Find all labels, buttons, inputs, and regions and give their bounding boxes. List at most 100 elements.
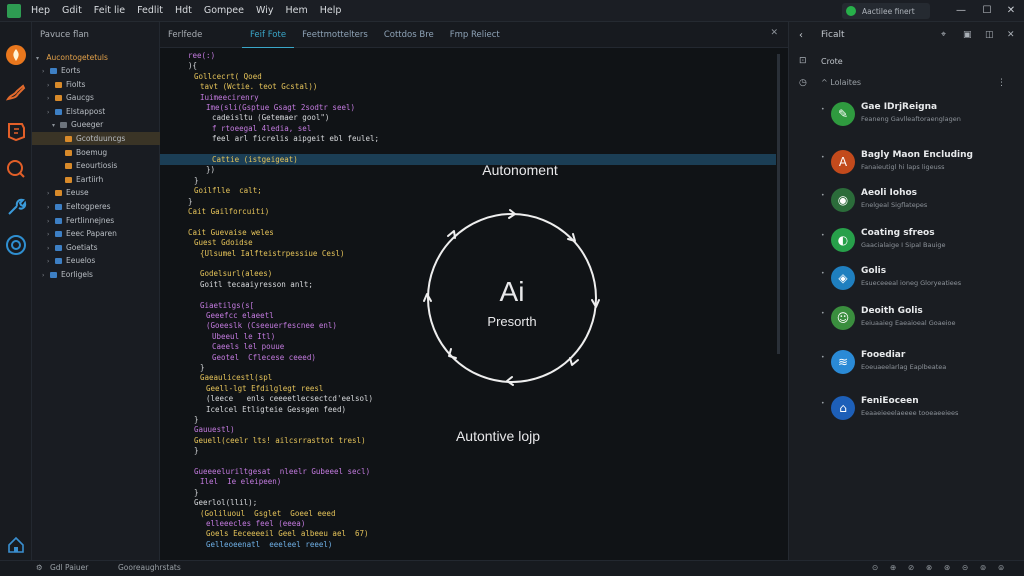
folder-icon <box>55 81 62 88</box>
badge-icon[interactable] <box>5 120 27 142</box>
menu-item[interactable]: Help <box>320 5 342 16</box>
tree-item[interactable]: › Goetiats <box>32 241 160 254</box>
folder-icon <box>65 163 72 170</box>
tree-item-label: Gueeger <box>71 120 104 130</box>
menu-item[interactable]: Gdit <box>62 5 82 16</box>
tree-item-label: Boemug <box>76 147 108 157</box>
menu-item[interactable]: Hem <box>285 5 307 16</box>
right-list-item[interactable]: ⌂ FeniEoceen Eeaaeieeelaeeee tooeaeeiees <box>819 394 1009 428</box>
right-list-item[interactable]: ☺ Deoith Golis Eeiuaaieg Eaeaioeal Goaeioe <box>819 304 1009 338</box>
code-line: Icelcel Etligteie Gessgen feed) <box>206 404 346 414</box>
flame-icon[interactable] <box>5 44 27 66</box>
tree-item[interactable]: › Eeltogperes <box>32 200 160 213</box>
menu-item[interactable]: Fedlit <box>137 5 163 16</box>
tree-root[interactable]: ▾ Aucontogetetuls <box>32 51 160 64</box>
split-icon[interactable]: ◫ <box>985 30 994 40</box>
menu-item[interactable]: Hep <box>31 5 50 16</box>
tree-item[interactable]: Boemug <box>32 146 160 159</box>
item-subtitle: Eeaaeieeelaeeee tooeaeeiees <box>861 409 959 417</box>
folder-icon <box>55 258 62 265</box>
wrench-icon[interactable] <box>5 196 27 218</box>
status-action-icon[interactable]: ⊙ <box>872 563 878 572</box>
status-action-icon[interactable]: ⊛ <box>944 563 950 572</box>
right-list-item[interactable]: ◐ Coating sfreos Gaacialaige I Sipal Bauig… <box>819 226 1009 260</box>
tab[interactable]: Ferlfede <box>160 22 242 48</box>
folder-icon <box>55 244 62 251</box>
pin-icon[interactable]: ⌖ <box>941 30 946 40</box>
menu-item[interactable]: Gompee <box>204 5 244 16</box>
status-action-icon[interactable]: ⊚ <box>980 563 986 572</box>
tree-item[interactable]: Eeourtiosis <box>32 159 160 172</box>
status-action-icon[interactable]: ⊕ <box>890 563 896 572</box>
tree-item[interactable]: › Eeuse <box>32 186 160 199</box>
target-icon[interactable] <box>5 234 27 256</box>
status-action-icon[interactable]: ⊜ <box>998 563 1004 572</box>
folder-icon <box>55 95 62 102</box>
status-action-icon[interactable]: ⊘ <box>908 563 914 572</box>
tree-item[interactable]: › Eorts <box>32 64 160 77</box>
tab[interactable]: Cottdos Bre <box>376 22 442 48</box>
folder-icon <box>50 68 57 74</box>
menu-item[interactable]: Feit lie <box>94 5 125 16</box>
right-list-item[interactable]: ◉ Aeoli Iohos Enelgeal Sigflatepes <box>819 186 1009 220</box>
account-button[interactable]: Aactilee finert <box>842 3 930 19</box>
editor-scrollbar[interactable] <box>777 54 780 354</box>
tree-item[interactable]: › Fiolts <box>32 78 160 91</box>
copy-icon[interactable]: ▣ <box>963 30 972 40</box>
tree-item[interactable]: › Eeec Paparen <box>32 227 160 240</box>
right-list-item[interactable]: ✎ Gae IDrjReigna Feaneng Gavlleaftoraengla… <box>819 100 1009 134</box>
history-icon[interactable]: ◷ <box>799 78 807 88</box>
tab[interactable]: Feettmottelters <box>294 22 376 48</box>
tree-item[interactable]: Gcotduuncgs <box>32 132 160 145</box>
home-icon[interactable] <box>5 534 27 556</box>
folder-icon <box>55 204 62 210</box>
right-list-item[interactable]: ≋ Fooediar Eoeuaeelarlag Eaplbeatea <box>819 348 1009 382</box>
item-subtitle: Eoeuaeelarlag Eaplbeatea <box>861 363 947 371</box>
chevron-right-icon: › <box>42 272 45 279</box>
item-avatar-icon: ◉ <box>831 188 855 212</box>
close-icon[interactable]: ✕ <box>770 28 778 38</box>
item-title: Golis <box>861 266 887 276</box>
status-left[interactable]: Gdl Paiuer <box>50 563 88 572</box>
status-branch[interactable]: Gooreaughrstats <box>118 563 181 572</box>
lock-icon[interactable]: ⊡ <box>799 56 807 66</box>
tree-item[interactable]: › Eorligels <box>32 268 160 281</box>
tree-item[interactable]: › Elstappost <box>32 105 160 118</box>
tree-item[interactable]: › Fertlinnejnes <box>32 214 160 227</box>
tree-item[interactable]: › Gaucgs <box>32 91 160 104</box>
close-panel-icon[interactable]: ✕ <box>1007 30 1015 40</box>
gear-icon[interactable]: ⚙ <box>36 563 43 572</box>
tree-item[interactable]: Eartiirh <box>32 173 160 186</box>
status-action-icon[interactable]: ⊗ <box>926 563 932 572</box>
right-panel-title: Ficalt <box>821 30 845 40</box>
search-icon[interactable] <box>5 158 27 180</box>
code-line: Cait Gailforcuiti) <box>188 207 270 216</box>
group-label[interactable]: ^ Lolaites <box>821 78 861 87</box>
maximize-button[interactable]: ☐ <box>980 4 994 18</box>
chevron-down-icon: ▾ <box>52 122 56 130</box>
item-subtitle: Enelgeal Sigflatepes <box>861 201 928 209</box>
item-avatar-icon: ◈ <box>831 266 855 290</box>
minimize-button[interactable]: — <box>954 4 968 18</box>
tab-active[interactable]: Feif Fote <box>242 22 295 48</box>
close-button[interactable]: ✕ <box>1004 4 1018 18</box>
tree-item-label: Elstappost <box>66 106 106 116</box>
folder-icon <box>65 149 72 156</box>
right-list-item[interactable]: A Bagly Maon Encluding Fanaieutigl hi laps… <box>819 148 1009 182</box>
tree-item[interactable]: ▾ Gueeger <box>32 118 160 131</box>
tab[interactable]: Fmp Reliect <box>442 22 508 48</box>
tree-root-label: Aucontogetetuls <box>46 53 108 62</box>
menu-item[interactable]: Wiy <box>256 5 273 16</box>
tree-item-label: Eorts <box>61 66 81 75</box>
item-avatar-icon: ✎ <box>831 102 855 126</box>
status-action-icon[interactable]: ⊝ <box>962 563 968 572</box>
diagram-center-title: Ai <box>499 276 525 307</box>
item-subtitle: Gaacialaige I Sipal Bauige <box>861 241 946 249</box>
brush-icon[interactable] <box>5 82 27 104</box>
back-chevron-icon[interactable]: ‹ <box>799 30 803 41</box>
diagram-top-label: Autonoment <box>482 162 558 178</box>
tree-item[interactable]: › Eeuelos <box>32 254 160 267</box>
right-list-item[interactable]: ◈ Golis Esueceeeal ioneg Gloryeatiees <box>819 264 1009 298</box>
menu-item[interactable]: Hdt <box>175 5 192 16</box>
more-icon[interactable]: ⋮ <box>997 78 1006 88</box>
